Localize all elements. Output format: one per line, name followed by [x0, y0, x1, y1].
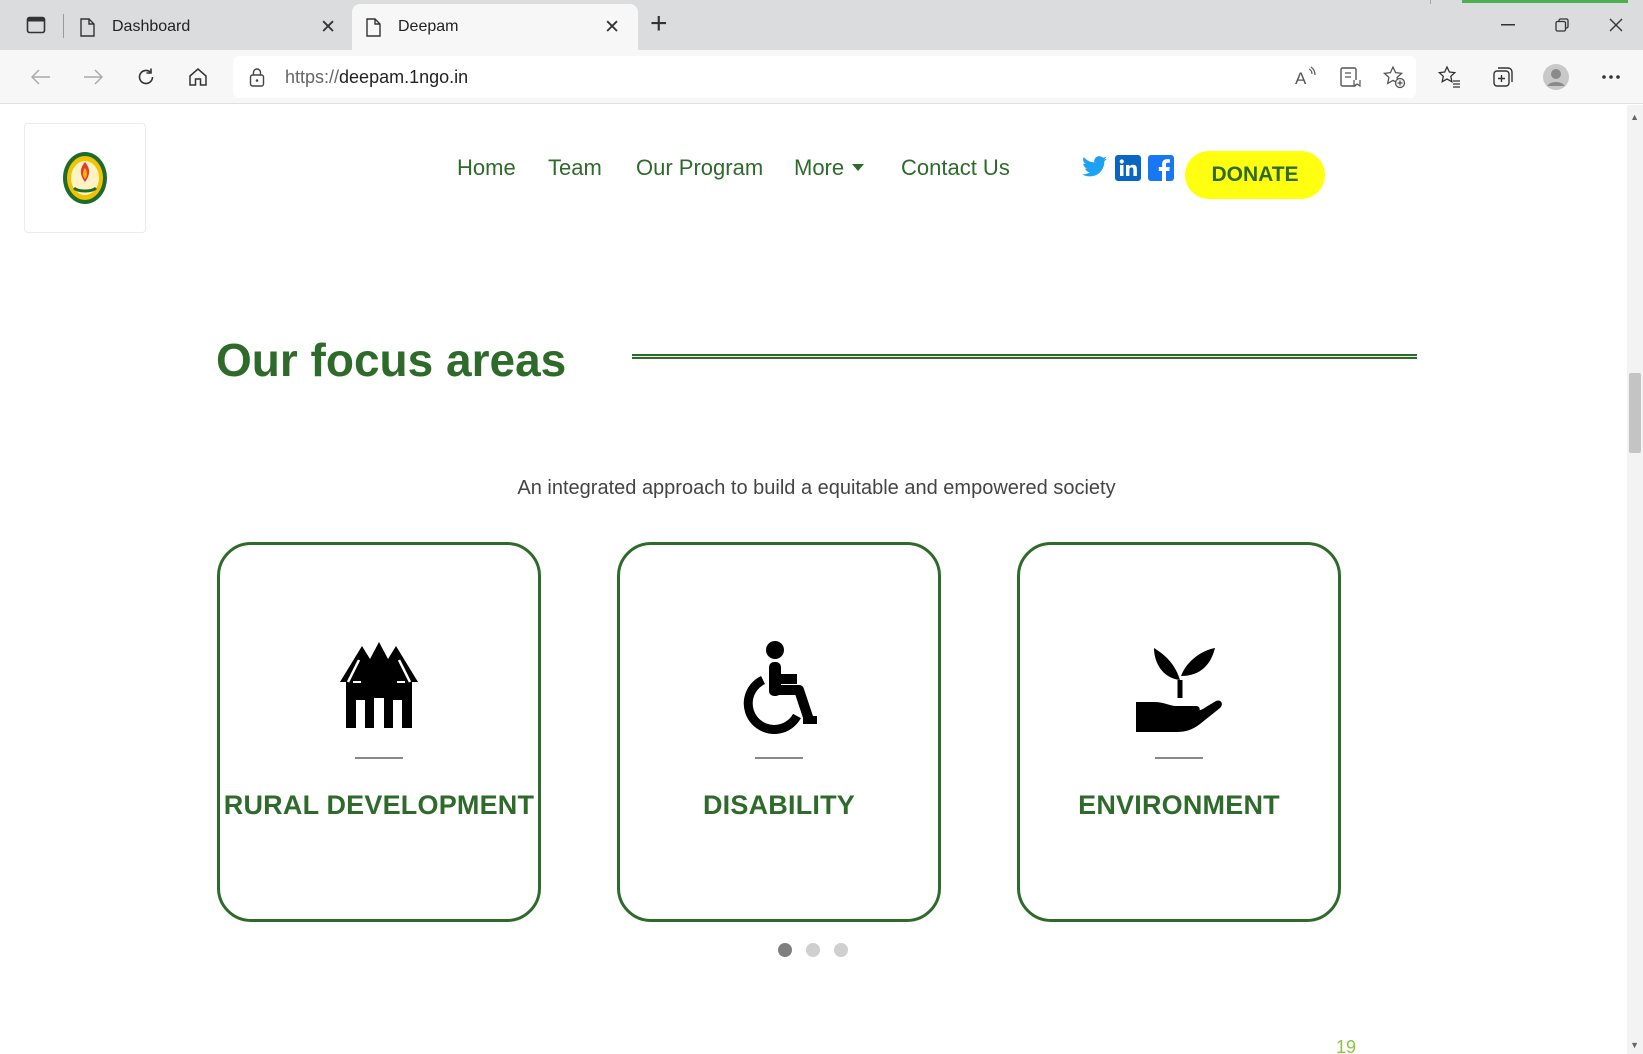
address-bar[interactable]: https://deepam.1ngo.in — [233, 56, 1416, 98]
favorites-icon[interactable] — [1435, 62, 1465, 92]
restore-icon[interactable] — [1535, 0, 1589, 50]
site-info-icon[interactable] — [249, 67, 265, 92]
tab-deepam[interactable]: Deepam ✕ — [352, 4, 638, 50]
refresh-icon[interactable] — [131, 62, 161, 92]
forward-icon[interactable] — [78, 62, 108, 92]
tab-separator — [63, 14, 64, 38]
nav-home[interactable]: Home — [457, 155, 516, 181]
card-label: ENVIRONMENT — [1078, 790, 1280, 820]
carousel-indicators — [778, 943, 862, 957]
tab-bar-edge — [1430, 0, 1431, 4]
url-host: deepam.1ngo.in — [339, 67, 469, 87]
carousel-dot-3[interactable] — [834, 943, 848, 957]
close-icon[interactable]: ✕ — [320, 16, 336, 39]
browser-toolbar: https://deepam.1ngo.in A — [0, 50, 1643, 104]
nav-contact-us[interactable]: Contact Us — [901, 155, 1010, 181]
nav-more-label: More — [794, 155, 845, 180]
focus-card-environment[interactable]: ENVIRONMENT — [1017, 542, 1341, 922]
card-label: DISABILITY — [702, 790, 855, 820]
back-icon[interactable] — [26, 62, 56, 92]
scroll-up-icon[interactable]: ▲ — [1630, 112, 1639, 122]
plant-in-hand-icon — [1134, 640, 1224, 760]
page-icon — [366, 17, 384, 37]
close-icon[interactable]: ✕ — [604, 16, 620, 39]
houses-icon — [338, 640, 420, 760]
minimize-icon[interactable] — [1481, 0, 1535, 50]
wheelchair-icon — [739, 640, 819, 760]
scroll-down-icon[interactable]: ▼ — [1630, 1040, 1639, 1050]
title-divider — [632, 354, 1417, 359]
read-aloud-icon[interactable]: A — [1291, 62, 1321, 92]
facebook-icon[interactable] — [1148, 155, 1174, 186]
nav-our-program[interactable]: Our Program — [636, 155, 763, 181]
focus-card-disability[interactable]: DISABILITY — [617, 542, 941, 922]
icon-credit — [220, 755, 538, 759]
web-page: Home Team Our Program More Contact Us DO… — [0, 105, 1627, 1054]
focus-card-rural-development[interactable]: RURAL DEVELOPMENT — [217, 542, 541, 922]
twitter-icon[interactable] — [1082, 155, 1108, 186]
window-controls — [1481, 0, 1643, 50]
section-subtitle: An integrated approach to build a equita… — [517, 477, 1116, 499]
page-icon — [80, 17, 98, 37]
scrollbar-thumb[interactable] — [1629, 373, 1641, 453]
tab-actions-icon[interactable] — [22, 13, 50, 37]
icon-credit — [620, 755, 938, 759]
carousel-dot-2[interactable] — [806, 943, 820, 957]
window-close-icon[interactable] — [1589, 0, 1643, 50]
nav-more-dropdown[interactable]: More — [794, 155, 865, 181]
profile-icon[interactable] — [1541, 62, 1571, 92]
new-tab-icon[interactable]: + — [650, 9, 668, 39]
section-title: Our focus areas — [216, 334, 567, 386]
url-text: https://deepam.1ngo.in — [285, 67, 468, 88]
linkedin-icon[interactable] — [1115, 155, 1141, 186]
browser-tab-bar: Dashboard ✕ Deepam ✕ + — [0, 0, 1643, 50]
site-logo[interactable] — [24, 123, 146, 233]
tab-title: Deepam — [398, 18, 459, 35]
url-protocol: https:// — [285, 67, 340, 87]
slide-page-number: 19 — [1336, 1037, 1357, 1054]
home-icon[interactable] — [183, 62, 213, 92]
card-label: RURAL DEVELOPMENT — [223, 790, 535, 820]
add-favorite-icon[interactable] — [1379, 62, 1409, 92]
more-icon[interactable] — [1596, 62, 1626, 92]
social-links — [1082, 155, 1174, 186]
carousel-dot-1[interactable] — [778, 943, 792, 957]
icon-credit — [1020, 755, 1338, 759]
immersive-reader-icon[interactable] — [1336, 62, 1366, 92]
page-scrollbar[interactable] — [1627, 105, 1643, 1054]
tab-dashboard[interactable]: Dashboard ✕ — [66, 4, 354, 50]
tab-title: Dashboard — [112, 18, 191, 35]
collections-icon[interactable] — [1488, 62, 1518, 92]
donate-button[interactable]: DONATE — [1185, 151, 1325, 199]
nav-team[interactable]: Team — [548, 155, 602, 181]
caret-down-icon — [852, 163, 865, 171]
svg-text:A: A — [1295, 69, 1307, 88]
